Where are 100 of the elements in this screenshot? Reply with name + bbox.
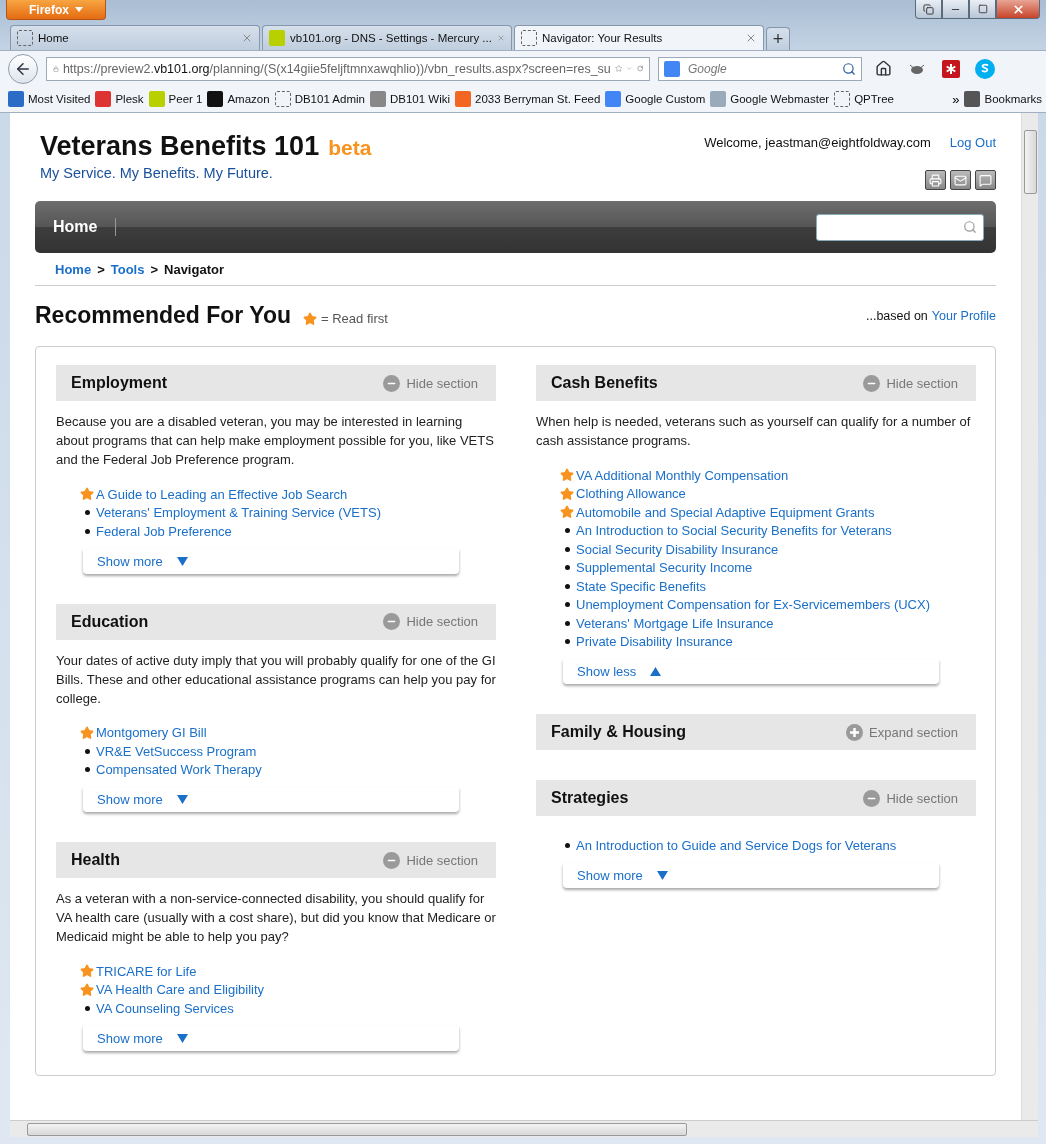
section-toggle[interactable]: Hide section — [383, 374, 478, 392]
bookmark-item[interactable]: Most Visited — [8, 91, 91, 107]
section-title: Health — [71, 851, 120, 869]
restore-button[interactable] — [915, 0, 942, 19]
legend-text: = Read first — [321, 311, 388, 326]
program-link[interactable]: Compensated Work Therapy — [96, 762, 262, 778]
profile-note: ...based on — [865, 308, 928, 323]
program-link[interactable]: Private Disability Insurance — [576, 634, 733, 650]
minimize-button[interactable] — [942, 0, 969, 19]
bookmark-item[interactable]: 2033 Berryman St. Feed — [455, 91, 601, 107]
browser-tab[interactable]: Home — [10, 25, 260, 50]
close-icon[interactable] — [745, 32, 757, 44]
program-link[interactable]: A Guide to Leading an Effective Job Search — [96, 486, 348, 502]
program-link[interactable]: Veterans' Mortgage Life Insurance — [576, 615, 774, 631]
site-title: Veterans Benefits 101 beta — [40, 131, 372, 162]
program-link[interactable]: Federal Job Preference — [96, 523, 232, 539]
profile-link[interactable]: Your Profile — [931, 308, 996, 323]
bookmarks-icon — [964, 91, 981, 107]
skype-icon[interactable] — [972, 57, 998, 80]
bookmark-item[interactable]: Google Webmaster — [710, 91, 830, 107]
show-more-button[interactable]: Show more — [83, 787, 459, 812]
section-toggle[interactable]: Expand section — [846, 723, 958, 741]
site-search-field[interactable] — [816, 213, 984, 241]
breadcrumb-separator: > — [150, 262, 158, 277]
program-link[interactable]: Supplemental Security Income — [576, 560, 753, 576]
favicon-icon — [17, 30, 33, 46]
program-link[interactable]: Unemployment Compensation for Ex-Servicemembers (UCX) — [576, 597, 930, 613]
search-field[interactable]: Google — [658, 56, 862, 81]
favicon-icon — [605, 91, 622, 107]
nav-item[interactable]: Home — [35, 218, 117, 236]
star-icon — [303, 311, 318, 326]
bookmark-item[interactable]: DB101 Wiki — [369, 91, 451, 107]
favicon-icon — [710, 91, 727, 107]
program-link[interactable]: Social Security Disability Insurance — [576, 541, 779, 557]
section-title: Cash Benefits — [551, 374, 658, 392]
more-bookmarks-button[interactable]: » — [952, 91, 960, 107]
breadcrumb-link[interactable]: Tools — [110, 262, 145, 277]
section-toggle[interactable]: Hide section — [863, 789, 958, 807]
section-description: Because you are a disabled veteran, you may be interested in learning about programs that can help make employment possible for you, like VETS and the Federal Job Preference program. — [56, 413, 495, 469]
show-more-button[interactable]: Show more — [83, 1025, 459, 1051]
bookmark-item[interactable]: Peer 1 — [148, 91, 203, 107]
bookmark-item[interactable]: Plesk — [95, 91, 144, 107]
program-link[interactable]: VA Counseling Services — [96, 1000, 234, 1016]
logout-link[interactable]: Log Out — [949, 135, 996, 150]
section-description: As a veteran with a non-service-connected disability, you should qualify for VA health care (usually with a cost share), but did you know that Medicare or Medicaid might be able to help you pay? — [56, 890, 496, 946]
program-link[interactable]: An Introduction to Social Security Benefits for Veterans — [576, 523, 892, 539]
horizontal-scrollbar[interactable] — [10, 1120, 1038, 1137]
section-toggle[interactable]: Hide section — [383, 851, 478, 869]
browser-tab[interactable]: Navigator: Your Results — [514, 25, 764, 50]
favicon-icon — [521, 30, 537, 46]
program-link[interactable]: Automobile and Special Adaptive Equipment Grants — [576, 504, 875, 520]
bookmark-item[interactable]: Google Custom — [605, 91, 706, 107]
favicon-icon — [95, 91, 112, 107]
program-link[interactable]: Clothing Allowance — [576, 486, 686, 502]
program-link[interactable]: Veterans' Employment & Training Service (VETS) — [96, 505, 381, 521]
section-toggle[interactable]: Hide section — [383, 613, 478, 630]
section-title: Family & Housing — [551, 723, 687, 741]
search-icon — [963, 220, 977, 234]
close-icon[interactable] — [241, 32, 253, 44]
program-link[interactable]: An Introduction to Guide and Service Dogs for Veterans — [576, 837, 897, 853]
program-link[interactable]: VA Additional Monthly Compensation — [576, 467, 789, 483]
caret-icon — [75, 7, 83, 12]
browser-tab[interactable]: vb101.org - DNS - Settings - Mercury ... — [262, 25, 512, 50]
restore-icon — [923, 3, 934, 15]
breadcrumb-current: Navigator — [164, 262, 224, 277]
address-field[interactable]: https://preview2.vb101.org/planning/(S(x14giie5feljftmnxawqhlio))/vbn_results.aspx?screen=res_su — [46, 56, 650, 81]
show-more-button[interactable]: Show more — [83, 548, 459, 574]
favicon-icon — [207, 91, 224, 107]
program-link[interactable]: VA Health Care and Eligibility — [96, 982, 265, 998]
favicon-icon — [148, 91, 165, 107]
new-tab-button[interactable]: + — [766, 27, 790, 50]
section-title: Strategies — [551, 789, 629, 807]
bookmark-item[interactable]: QPTree — [834, 91, 894, 107]
bookmarks-menu[interactable]: Bookmarks — [964, 91, 1042, 107]
program-link[interactable]: VR&E VetSuccess Program — [96, 743, 257, 759]
section-toggle[interactable]: Hide section — [863, 374, 958, 392]
favicon-icon — [269, 30, 285, 46]
bookmark-item[interactable]: Amazon — [207, 91, 270, 107]
section-title: Education — [71, 612, 149, 631]
program-link[interactable]: TRICARE for Life — [96, 963, 197, 979]
mail-icon[interactable] — [950, 170, 971, 190]
favicon-icon — [834, 91, 851, 107]
search-engine-icon[interactable] — [664, 60, 680, 77]
vertical-scrollbar[interactable] — [1021, 113, 1038, 1120]
program-link[interactable]: State Specific Benefits — [576, 578, 707, 594]
breadcrumb-separator: > — [97, 262, 105, 277]
favicon-icon — [455, 91, 472, 107]
print-icon[interactable] — [925, 170, 946, 190]
bookmark-item[interactable]: DB101 Admin — [274, 91, 365, 107]
breadcrumb-link[interactable]: Home — [55, 262, 92, 277]
search-input[interactable]: Google — [686, 60, 836, 77]
favicon-icon — [369, 91, 386, 107]
maximize-button[interactable] — [969, 0, 996, 19]
beta-label: beta — [328, 136, 372, 160]
comment-icon[interactable] — [975, 170, 996, 190]
show-more-button[interactable]: Show more — [563, 862, 939, 888]
program-link[interactable]: Montgomery GI Bill — [96, 725, 207, 741]
back-button[interactable] — [8, 53, 38, 84]
close-button[interactable] — [996, 0, 1040, 19]
show-more-button[interactable]: Show less — [563, 659, 939, 684]
